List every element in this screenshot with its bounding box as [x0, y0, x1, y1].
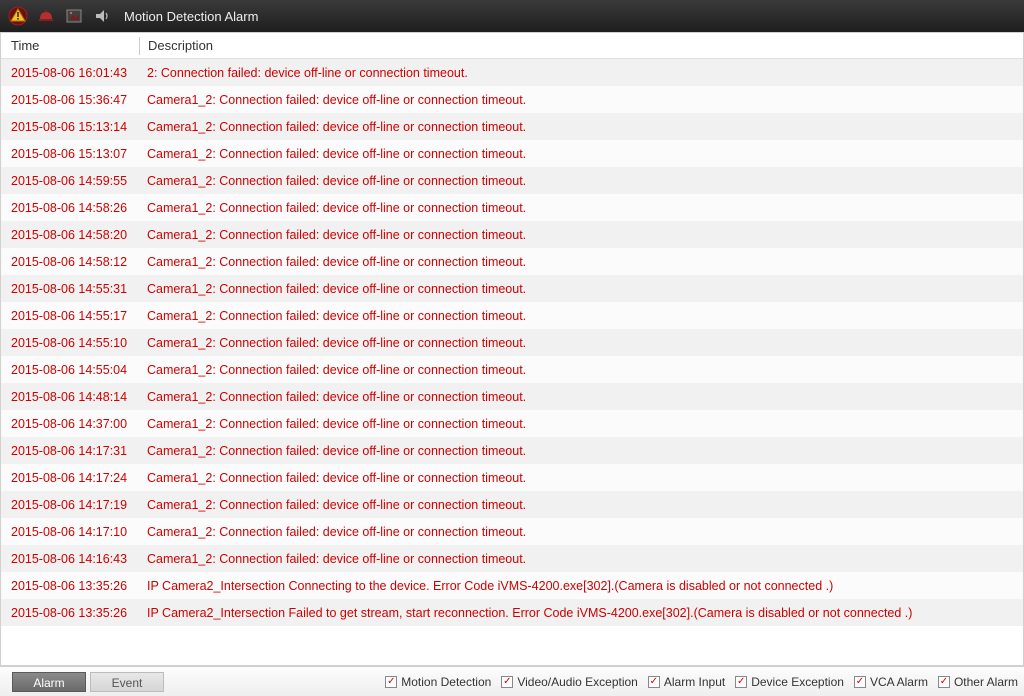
cell-description: Camera1_2: Connection failed: device off… — [139, 417, 1023, 431]
cell-description: Camera1_2: Connection failed: device off… — [139, 174, 1023, 188]
tab-event[interactable]: Event — [90, 672, 164, 692]
table-row[interactable]: 2015-08-06 14:17:10Camera1_2: Connection… — [1, 518, 1023, 545]
filter-label: Video/Audio Exception — [517, 675, 638, 689]
alert-icon[interactable] — [8, 6, 28, 26]
cell-time: 2015-08-06 14:55:17 — [1, 309, 139, 323]
cell-description: Camera1_2: Connection failed: device off… — [139, 363, 1023, 377]
table-row[interactable]: 2015-08-06 14:55:17Camera1_2: Connection… — [1, 302, 1023, 329]
filter-video-audio-exception[interactable]: ✓ Video/Audio Exception — [501, 675, 638, 689]
cell-time: 2015-08-06 15:13:14 — [1, 120, 139, 134]
cell-time: 2015-08-06 14:16:43 — [1, 552, 139, 566]
column-header-description[interactable]: Description — [139, 37, 1023, 55]
cell-description: Camera1_2: Connection failed: device off… — [139, 201, 1023, 215]
cell-description: Camera1_2: Connection failed: device off… — [139, 552, 1023, 566]
filter-other-alarm[interactable]: ✓ Other Alarm — [938, 675, 1018, 689]
table-row[interactable]: 2015-08-06 14:55:04Camera1_2: Connection… — [1, 356, 1023, 383]
footer-filters: ✓ Motion Detection ✓ Video/Audio Excepti… — [385, 675, 1018, 689]
column-headers: Time Description — [1, 33, 1023, 59]
checkbox-icon: ✓ — [938, 676, 950, 688]
cell-time: 2015-08-06 14:58:12 — [1, 255, 139, 269]
cell-description: Camera1_2: Connection failed: device off… — [139, 390, 1023, 404]
tab-alarm[interactable]: Alarm — [12, 672, 86, 692]
footer-bar: Alarm Event ✓ Motion Detection ✓ Video/A… — [0, 666, 1024, 696]
column-header-time[interactable]: Time — [1, 38, 139, 53]
cell-description: IP Camera2_Intersection Failed to get st… — [139, 606, 1023, 620]
cell-time: 2015-08-06 14:17:24 — [1, 471, 139, 485]
cell-description: Camera1_2: Connection failed: device off… — [139, 471, 1023, 485]
table-row[interactable]: 2015-08-06 13:35:26IP Camera2_Intersecti… — [1, 572, 1023, 599]
table-row[interactable]: 2015-08-06 14:17:24Camera1_2: Connection… — [1, 464, 1023, 491]
cell-time: 2015-08-06 14:58:26 — [1, 201, 139, 215]
checkbox-icon: ✓ — [501, 676, 513, 688]
checkbox-icon: ✓ — [854, 676, 866, 688]
cell-description: Camera1_2: Connection failed: device off… — [139, 309, 1023, 323]
sound-icon[interactable] — [92, 6, 112, 26]
cell-time: 2015-08-06 14:59:55 — [1, 174, 139, 188]
table-row[interactable]: 2015-08-06 15:13:07Camera1_2: Connection… — [1, 140, 1023, 167]
cell-time: 2015-08-06 14:55:10 — [1, 336, 139, 350]
cell-description: Camera1_2: Connection failed: device off… — [139, 336, 1023, 350]
table-row[interactable]: 2015-08-06 15:13:14Camera1_2: Connection… — [1, 113, 1023, 140]
cell-description: Camera1_2: Connection failed: device off… — [139, 498, 1023, 512]
cell-description: 2: Connection failed: device off-line or… — [139, 66, 1023, 80]
table-row[interactable]: 2015-08-06 14:55:31Camera1_2: Connection… — [1, 275, 1023, 302]
table-row[interactable]: 2015-08-06 13:35:26IP Camera2_Intersecti… — [1, 599, 1023, 626]
checkbox-icon: ✓ — [648, 676, 660, 688]
filter-label: Other Alarm — [954, 675, 1018, 689]
cell-time: 2015-08-06 15:13:07 — [1, 147, 139, 161]
image-alarm-icon[interactable] — [64, 6, 84, 26]
table-row[interactable]: 2015-08-06 14:37:00Camera1_2: Connection… — [1, 410, 1023, 437]
table-row[interactable]: 2015-08-06 14:17:31Camera1_2: Connection… — [1, 437, 1023, 464]
cell-description: Camera1_2: Connection failed: device off… — [139, 120, 1023, 134]
table-row[interactable]: 2015-08-06 14:16:43Camera1_2: Connection… — [1, 545, 1023, 572]
cell-time: 2015-08-06 14:37:00 — [1, 417, 139, 431]
cell-time: 2015-08-06 13:35:26 — [1, 579, 139, 593]
cell-time: 2015-08-06 15:36:47 — [1, 93, 139, 107]
footer-tabs: Alarm Event — [12, 672, 164, 692]
filter-motion-detection[interactable]: ✓ Motion Detection — [385, 675, 491, 689]
table-row[interactable]: 2015-08-06 14:58:20Camera1_2: Connection… — [1, 221, 1023, 248]
cell-description: Camera1_2: Connection failed: device off… — [139, 228, 1023, 242]
filter-vca-alarm[interactable]: ✓ VCA Alarm — [854, 675, 928, 689]
cell-time: 2015-08-06 14:17:19 — [1, 498, 139, 512]
cell-description: IP Camera2_Intersection Connecting to th… — [139, 579, 1023, 593]
checkbox-icon: ✓ — [735, 676, 747, 688]
checkbox-icon: ✓ — [385, 676, 397, 688]
cell-time: 2015-08-06 14:17:10 — [1, 525, 139, 539]
cell-description: Camera1_2: Connection failed: device off… — [139, 282, 1023, 296]
table-row[interactable]: 2015-08-06 16:01:432: Connection failed:… — [1, 59, 1023, 86]
event-table: Time Description 2015-08-06 16:01:432: C… — [0, 32, 1024, 666]
panel-title: Motion Detection Alarm — [124, 9, 258, 24]
cell-time: 2015-08-06 14:55:31 — [1, 282, 139, 296]
event-rows[interactable]: 2015-08-06 16:01:432: Connection failed:… — [1, 59, 1023, 665]
filter-alarm-input[interactable]: ✓ Alarm Input — [648, 675, 725, 689]
filter-label: VCA Alarm — [870, 675, 928, 689]
table-row[interactable]: 2015-08-06 14:59:55Camera1_2: Connection… — [1, 167, 1023, 194]
table-row[interactable]: 2015-08-06 14:17:19Camera1_2: Connection… — [1, 491, 1023, 518]
table-row[interactable]: 2015-08-06 14:55:10Camera1_2: Connection… — [1, 329, 1023, 356]
alarm-bell-icon[interactable] — [36, 6, 56, 26]
cell-time: 2015-08-06 14:55:04 — [1, 363, 139, 377]
cell-description: Camera1_2: Connection failed: device off… — [139, 525, 1023, 539]
cell-time: 2015-08-06 14:17:31 — [1, 444, 139, 458]
table-row[interactable]: 2015-08-06 14:48:14Camera1_2: Connection… — [1, 383, 1023, 410]
table-row[interactable]: 2015-08-06 14:58:12Camera1_2: Connection… — [1, 248, 1023, 275]
filter-label: Motion Detection — [401, 675, 491, 689]
app-root: Motion Detection Alarm Time Description … — [0, 0, 1024, 696]
cell-time: 2015-08-06 14:48:14 — [1, 390, 139, 404]
panel-header: Motion Detection Alarm — [0, 0, 1024, 32]
cell-description: Camera1_2: Connection failed: device off… — [139, 147, 1023, 161]
filter-device-exception[interactable]: ✓ Device Exception — [735, 675, 844, 689]
cell-time: 2015-08-06 14:58:20 — [1, 228, 139, 242]
cell-time: 2015-08-06 16:01:43 — [1, 66, 139, 80]
cell-description: Camera1_2: Connection failed: device off… — [139, 93, 1023, 107]
cell-time: 2015-08-06 13:35:26 — [1, 606, 139, 620]
table-row[interactable]: 2015-08-06 14:58:26Camera1_2: Connection… — [1, 194, 1023, 221]
filter-label: Device Exception — [751, 675, 844, 689]
cell-description: Camera1_2: Connection failed: device off… — [139, 444, 1023, 458]
table-row[interactable]: 2015-08-06 15:36:47Camera1_2: Connection… — [1, 86, 1023, 113]
cell-description: Camera1_2: Connection failed: device off… — [139, 255, 1023, 269]
filter-label: Alarm Input — [664, 675, 725, 689]
